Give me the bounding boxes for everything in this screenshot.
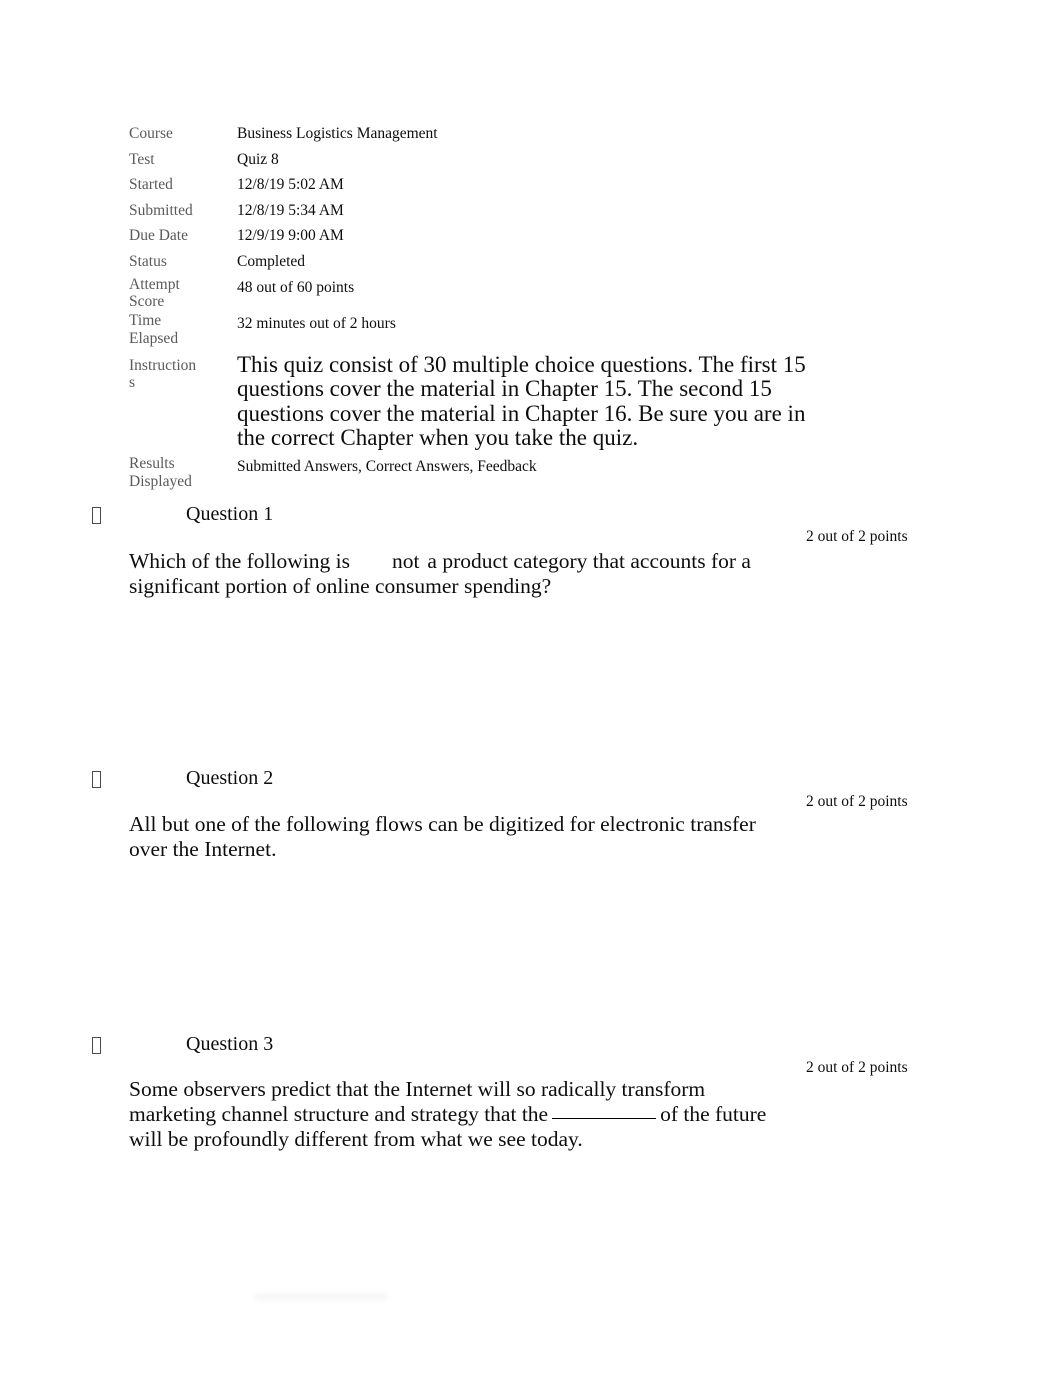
meta-label-attempt-score-line1: Attempt	[129, 275, 180, 293]
meta-label-test: Test	[129, 150, 155, 168]
meta-label-instructions-line2: s	[129, 374, 136, 392]
meta-row-test: Test Quiz 8	[129, 148, 829, 174]
meta-row-results-displayed: Results Displayed Submitted Answers, Cor…	[129, 453, 829, 492]
question-points-2: 2 out of 2 points	[806, 793, 908, 810]
missing-glyph-icon	[92, 765, 101, 791]
question-body-2-part1: All but one of the following flows can b…	[129, 812, 756, 861]
question-title-1: Question 1	[186, 503, 274, 525]
meta-row-course: Course Business Logistics Management	[129, 122, 829, 148]
meta-label-instructions-line1: Instruction	[129, 356, 197, 374]
meta-value-submitted: 12/8/19 5:34 AM	[237, 201, 344, 219]
page-shadow-artifact	[255, 1294, 387, 1304]
question-body-2: All but one of the following flows can b…	[129, 812, 769, 862]
meta-row-due-date: Due Date 12/9/19 9:00 AM	[129, 224, 829, 250]
meta-label-status: Status	[129, 252, 167, 270]
meta-label-attempt-score: Attempt Score	[129, 276, 237, 313]
meta-label-results-displayed: Results Displayed	[129, 453, 237, 492]
meta-label-due-date: Due Date	[129, 227, 188, 245]
quiz-metadata-table: Course Business Logistics Management Tes…	[129, 122, 829, 492]
meta-label-results-displayed-line2: Displayed	[129, 473, 192, 491]
meta-value-test: Quiz 8	[237, 150, 279, 168]
meta-row-submitted: Submitted 12/8/19 5:34 AM	[129, 199, 829, 225]
question-points-1: 2 out of 2 points	[806, 528, 908, 545]
meta-row-status: Status Completed	[129, 250, 829, 276]
meta-value-status: Completed	[237, 252, 306, 270]
question-body-3: Some observers predict that the Internet…	[129, 1077, 769, 1152]
meta-row-started: Started 12/8/19 5:02 AM	[129, 173, 829, 199]
meta-value-due-date: 12/9/19 9:00 AM	[237, 227, 344, 245]
question-title-2: Question 2	[186, 767, 274, 789]
meta-row-instructions: Instruction s This quiz consist of 30 mu…	[129, 349, 829, 454]
missing-glyph-icon	[92, 501, 101, 527]
meta-label-time-elapsed-line2: Elapsed	[129, 329, 179, 347]
meta-value-time-elapsed: 32 minutes out of 2 hours	[237, 315, 396, 333]
document-page: Course Business Logistics Management Tes…	[0, 0, 1062, 1377]
question-body-1-part1: Which of the following is	[129, 549, 350, 573]
fill-in-blank	[552, 1103, 657, 1119]
meta-row-attempt-score: Attempt Score 48 out of 60 points	[129, 276, 829, 313]
meta-label-course: Course	[129, 125, 173, 142]
missing-glyph-icon	[92, 1031, 101, 1057]
question-points-3: 2 out of 2 points	[806, 1059, 908, 1076]
meta-value-started: 12/8/19 5:02 AM	[237, 176, 344, 194]
meta-label-started: Started	[129, 176, 173, 194]
meta-label-instructions: Instruction s	[129, 349, 237, 454]
meta-value-results-displayed: Submitted Answers, Correct Answers, Feed…	[237, 458, 537, 476]
question-body-1: Which of the following is not a product ca…	[129, 549, 769, 599]
question-body-1-emphasis: not	[391, 549, 420, 573]
meta-value-instructions: This quiz consist of 30 multiple choice …	[237, 351, 806, 450]
meta-label-time-elapsed: Time Elapsed	[129, 312, 237, 349]
question-title-3: Question 3	[186, 1033, 274, 1055]
meta-value-attempt-score: 48 out of 60 points	[237, 278, 355, 296]
meta-label-time-elapsed-line1: Time	[129, 312, 162, 330]
meta-row-time-elapsed: Time Elapsed 32 minutes out of 2 hours	[129, 312, 829, 349]
meta-value-course: Business Logistics Management	[237, 125, 438, 142]
meta-label-submitted: Submitted	[129, 201, 193, 219]
meta-label-attempt-score-line2: Score	[129, 293, 165, 311]
meta-label-results-displayed-line1: Results	[129, 455, 175, 473]
